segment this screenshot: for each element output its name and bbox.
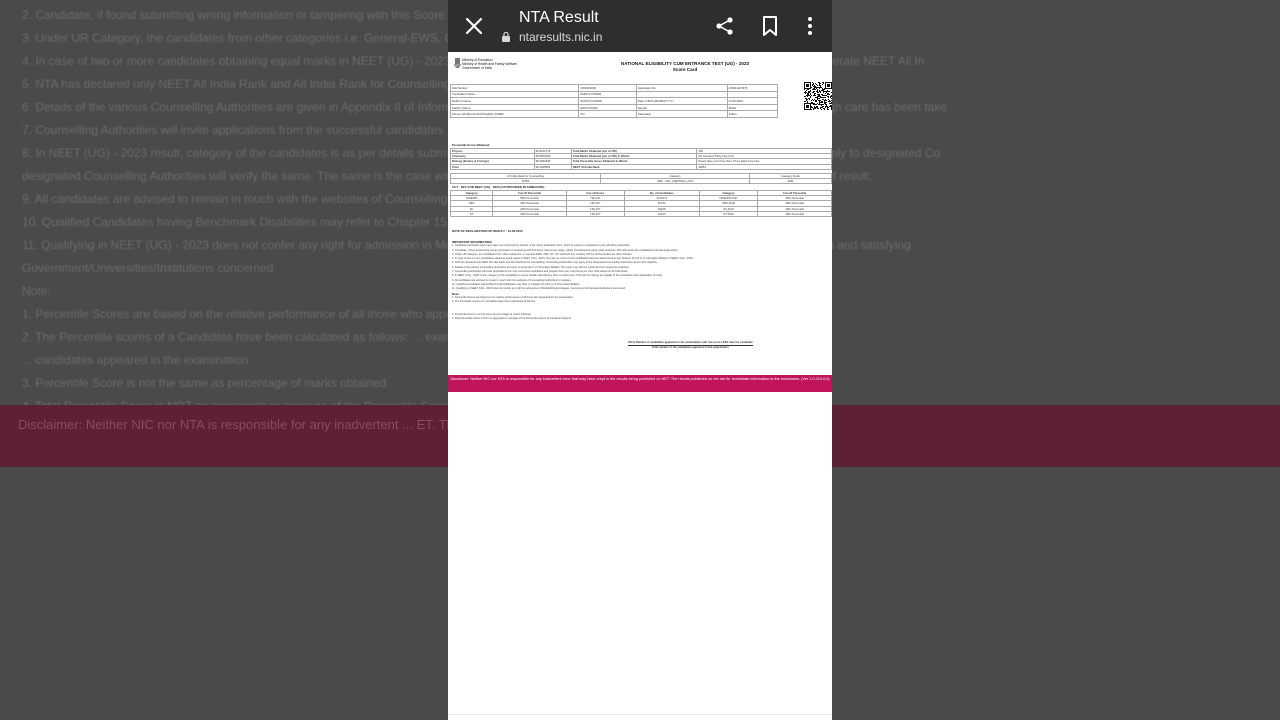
disclaimer-banner: Disclaimer: Neither NIC nor NTA is respo… <box>448 375 832 392</box>
score-table: Physics 99.9142776 Total Marks Obtained (o… <box>450 147 832 170</box>
score-heading: Percentile Score Obtained <box>452 143 490 147</box>
qr-code-icon <box>804 82 832 110</box>
formula-denominator: Total number of the candidates appeared … <box>651 346 729 349</box>
table-cell: Total <box>450 163 535 170</box>
table-row: Person with Benchmark Disability (PwBD) N… <box>449 110 779 118</box>
emblem-icon <box>454 58 461 68</box>
table-cell: 4931 <box>749 178 832 185</box>
ministry-line: Government of India <box>462 66 492 70</box>
table-row: Total 99.4038564 NEET All India Rank 11854 <box>450 163 832 170</box>
bookmark-icon[interactable] <box>762 16 778 36</box>
table-row: Roll Number 3302000009 Application No. 2304… <box>449 84 779 92</box>
page-title: NTA Result <box>519 9 599 26</box>
score-card: Ministry of Education Ministry of Health… <box>449 54 832 374</box>
table-cell: ST <box>449 210 494 217</box>
table-cell: Person with Benchmark Disability (PwBD) <box>449 110 580 118</box>
table-cell: Application No. <box>635 84 728 92</box>
table-cell: DHRUV KUMAR <box>578 90 637 99</box>
table-cell: Indian <box>726 110 779 118</box>
more-options-icon[interactable] <box>807 16 813 36</box>
table-cell: MALE <box>726 103 779 112</box>
table-cell: RAM KUMAR <box>578 103 637 112</box>
share-icon[interactable] <box>715 16 735 36</box>
cutoff-heading: CUT - OFF FOR NEET (UG) - 2023 (AS PROVI… <box>452 185 545 189</box>
close-icon[interactable] <box>462 14 486 38</box>
ministry-header: Ministry of Education Ministry of Health… <box>462 58 517 70</box>
table-cell: Gender <box>635 103 728 112</box>
table-cell: 136-107 <box>565 210 625 217</box>
table-cell: 11854 <box>449 178 602 185</box>
percentile-formula: 100 X Number of candidates appeared in t… <box>628 341 753 350</box>
table-row: 11854 OBC - NCL (CENTRAL LIST) 4931 <box>449 178 832 185</box>
browser-window: NTA Result ntaresults.nic.in Ministry of… <box>448 0 832 720</box>
declaration-date: DATE OF DECLARATION OF RESULT : 13.06.20… <box>452 229 523 233</box>
table-cell: 40th Percentile <box>757 210 832 217</box>
table-cell: 3302000009 <box>578 84 637 92</box>
table-cell: Father's Name <box>449 103 580 112</box>
table-cell: 99.4038564 <box>533 163 572 170</box>
table-row: ST 40th Percentile 136-107 12423 ST-PwD 40th … <box>449 210 832 217</box>
important-information: IMPORTANT INFORMATION: 1. Candidate part… <box>452 240 832 322</box>
table-cell: 40th Percentile <box>492 210 567 217</box>
table-cell: 01.06.2005 <box>726 97 779 105</box>
table-cell: Date of Birth (DD/MM/YYYY) <box>635 97 728 105</box>
url-text[interactable]: ntaresults.nic.in <box>519 30 602 44</box>
table-cell: SUNITA KUMARI <box>578 97 637 105</box>
cutoff-table: Category Cut-off Percentile Cut-off Score N… <box>449 189 832 217</box>
table-cell: OBC - NCL (CENTRAL LIST) <box>600 178 751 185</box>
table-cell <box>635 90 728 99</box>
table-cell: Candidate's Name <box>449 90 580 99</box>
table-cell <box>726 90 779 99</box>
note-line: 4. Total Percentile Score is NOT an aggr… <box>452 317 572 321</box>
table-row: Mother's Name SUNITA KUMARI Date of Birth … <box>449 97 779 105</box>
lock-icon[interactable] <box>501 31 511 42</box>
browser-toolbar: NTA Result ntaresults.nic.in <box>448 0 832 52</box>
table-row: Candidate's Name DHRUV KUMAR <box>449 90 779 99</box>
table-cell: NO <box>578 110 637 118</box>
table-cell: ST-PwD <box>698 210 759 217</box>
table-row: Father's Name RAM KUMAR Gender MALE <box>449 103 779 112</box>
table-cell: Roll Number <box>449 84 580 92</box>
table-cell: Mother's Name <box>449 97 580 105</box>
page-bottom-divider <box>448 714 832 715</box>
table-cell: Nationality <box>635 110 728 118</box>
rank-table: All India Rank for Counselling Category Ca… <box>449 172 832 185</box>
table-cell: 12423 <box>623 210 700 217</box>
table-cell: NEET All India Rank <box>570 163 698 170</box>
table-cell: 11854 <box>696 163 832 170</box>
exam-title: NATIONAL ELIGIBILITY CUM ENTRANCE TEST (… <box>620 61 750 66</box>
table-cell: 230411407973 <box>726 84 779 92</box>
scorecard-subtitle: Score Card <box>672 66 698 72</box>
scorecard-title: NATIONAL ELIGIBILITY CUM ENTRANCE TEST (… <box>600 61 770 72</box>
candidate-details-table: Roll Number 3302000009 Application No. 2304… <box>449 84 779 118</box>
